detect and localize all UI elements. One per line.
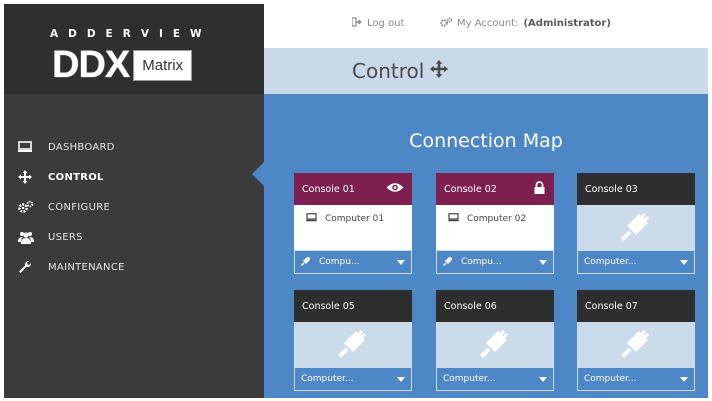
chevron-down-icon <box>680 376 688 382</box>
users-icon <box>18 231 40 244</box>
account-label: My Account: <box>457 18 519 29</box>
page-title-wrap: Control <box>352 59 449 83</box>
sidebar-item-label: CONTROL <box>48 171 104 183</box>
console-header: Console 01 <box>294 173 412 205</box>
sidebar-item-label: MAINTENANCE <box>48 261 125 273</box>
console-header: Console 02 <box>436 173 554 205</box>
sidebar-item-users[interactable]: USERS <box>4 222 264 252</box>
computer-select[interactable]: Computer... <box>436 367 554 391</box>
console-header: Console 05 <box>294 290 412 322</box>
console-header: Console 06 <box>436 290 554 322</box>
console-name: Console 05 <box>302 300 355 312</box>
active-nav-pointer <box>252 162 264 186</box>
computer-select-value: Computer... <box>584 374 637 384</box>
sidebar-item-dashboard[interactable]: DASHBOARD <box>4 132 264 162</box>
sidebar-item-maintenance[interactable]: MAINTENANCE <box>4 252 264 282</box>
plug-icon <box>621 328 651 362</box>
sidebar-item-label: CONFIGURE <box>48 201 111 213</box>
sidebar: ADDERVIEW DDX Matrix DASHBOARD CONTROL C… <box>4 4 264 398</box>
console-name: Console 07 <box>585 300 638 312</box>
console-name: Console 03 <box>585 183 638 195</box>
sidebar-item-configure[interactable]: CONFIGURE <box>4 192 264 222</box>
console-name: Console 01 <box>302 183 355 195</box>
logout-icon <box>351 17 362 30</box>
wrench-icon <box>18 260 40 274</box>
connected-computer: Computer 02 <box>448 213 526 225</box>
console-body: Computer 01 <box>294 205 412 250</box>
plug-icon <box>338 328 368 362</box>
lock-icon[interactable] <box>533 181 546 197</box>
console-body <box>577 205 695 250</box>
page-header: Control <box>264 48 708 94</box>
console-card[interactable]: Console 03 Computer... <box>577 173 695 274</box>
plug-icon <box>442 256 453 269</box>
page-title: Control <box>352 59 425 83</box>
chevron-down-icon <box>680 259 688 265</box>
console-body <box>577 322 695 367</box>
top-bar: Log out My Account: (Administrator) <box>264 4 708 48</box>
console-card[interactable]: Console 06 Computer... <box>436 290 554 391</box>
gears-icon <box>18 200 40 214</box>
computer-select-value: Computer... <box>301 374 354 384</box>
account-user: (Administrator) <box>523 18 611 29</box>
plug-icon <box>300 256 311 269</box>
console-body <box>294 322 412 367</box>
monitor-icon <box>448 213 459 225</box>
console-body: Computer 02 <box>436 205 554 250</box>
computer-select[interactable]: Compu... <box>436 250 554 274</box>
computer-select[interactable]: Computer... <box>294 367 412 391</box>
connection-map-title: Connection Map <box>409 130 563 152</box>
logo-main: DDX <box>52 44 130 86</box>
monitor-icon <box>18 141 40 153</box>
monitor-icon <box>306 213 317 225</box>
sidebar-item-label: DASHBOARD <box>48 141 115 153</box>
logout-link[interactable]: Log out <box>351 17 405 30</box>
logo-sub: Matrix <box>133 49 193 81</box>
my-account-link[interactable]: My Account: (Administrator) <box>440 17 611 30</box>
app-frame: ADDERVIEW DDX Matrix DASHBOARD CONTROL C… <box>4 4 708 398</box>
computer-select-value: Compu... <box>461 257 502 267</box>
console-name: Console 02 <box>444 183 497 195</box>
console-name: Console 06 <box>444 300 497 312</box>
plug-icon <box>480 328 510 362</box>
logout-label: Log out <box>367 18 405 29</box>
ddx-logo: DDX Matrix <box>52 44 193 86</box>
console-card[interactable]: Console 07 Computer... <box>577 290 695 391</box>
computer-select[interactable]: Computer... <box>577 367 695 391</box>
computer-name: Computer 01 <box>325 214 385 224</box>
brand-wordmark: ADDERVIEW <box>50 28 212 40</box>
computer-select[interactable]: Computer... <box>577 250 695 274</box>
console-body <box>436 322 554 367</box>
computer-select-value: Computer... <box>443 374 496 384</box>
chevron-down-icon <box>539 376 547 382</box>
computer-select-value: Compu... <box>319 257 360 267</box>
computer-name: Computer 02 <box>467 214 527 224</box>
sidebar-item-label: USERS <box>48 231 83 243</box>
console-card[interactable]: Console 01 Computer 01 Compu... <box>294 173 412 274</box>
gear-icon <box>440 17 453 30</box>
console-header: Console 07 <box>577 290 695 322</box>
console-header: Console 03 <box>577 173 695 205</box>
chevron-down-icon <box>397 376 405 382</box>
plug-icon <box>621 211 651 245</box>
main-content: Connection Map Console 01 Computer 01 Co… <box>264 94 708 398</box>
connected-computer: Computer 01 <box>306 213 384 225</box>
eye-icon[interactable] <box>386 182 404 196</box>
move-icon <box>430 59 449 83</box>
chevron-down-icon <box>397 259 405 265</box>
computer-select[interactable]: Compu... <box>294 250 412 274</box>
chevron-down-icon <box>539 259 547 265</box>
console-card[interactable]: Console 02 Computer 02 Compu... <box>436 173 554 274</box>
console-card[interactable]: Console 05 Computer... <box>294 290 412 391</box>
brand: ADDERVIEW DDX Matrix <box>4 4 264 94</box>
move-icon <box>18 170 40 184</box>
sidebar-nav: DASHBOARD CONTROL CONFIGURE USERS MAINTE… <box>4 132 264 282</box>
sidebar-item-control[interactable]: CONTROL <box>4 162 264 192</box>
computer-select-value: Computer... <box>584 257 637 267</box>
